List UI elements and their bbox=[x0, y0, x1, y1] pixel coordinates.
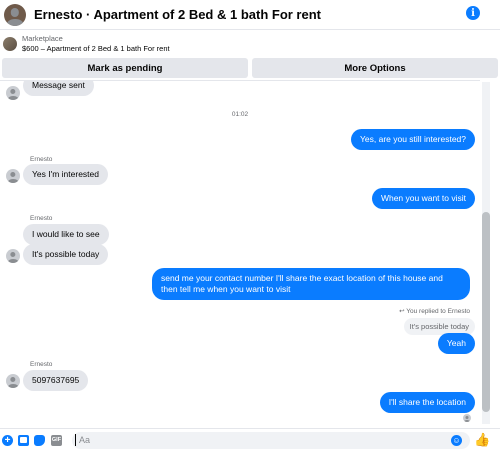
message-composer: + GIF Aa ☺ 👍 bbox=[0, 428, 500, 451]
marketplace-listing[interactable]: Marketplace $600 – Apartment of 2 Bed & … bbox=[0, 31, 500, 57]
message-thread[interactable]: Message sent 01:02 Yes, are you still in… bbox=[0, 80, 480, 428]
message-outgoing: When you want to visit bbox=[371, 188, 475, 209]
mark-as-pending-button[interactable]: Mark as pending bbox=[2, 58, 248, 78]
plus-icon[interactable]: + bbox=[2, 435, 13, 446]
message-outgoing: send me your contact number I'll share t… bbox=[152, 268, 470, 300]
message-incoming: I would like to see bbox=[23, 224, 109, 245]
sender-avatar bbox=[6, 169, 20, 183]
message-outgoing: Yeah bbox=[437, 333, 475, 354]
info-icon[interactable]: i bbox=[466, 6, 480, 20]
message-incoming: Yes I'm interested bbox=[23, 164, 108, 185]
listing-title: $600 – Apartment of 2 Bed & 1 bath For r… bbox=[22, 44, 170, 53]
message-incoming: 5097637695 bbox=[23, 370, 89, 391]
sender-name: Ernesto bbox=[30, 361, 53, 368]
listing-thumbnail bbox=[3, 37, 17, 51]
message-outgoing: Yes, are you still interested? bbox=[351, 129, 475, 150]
photo-icon[interactable] bbox=[18, 435, 29, 446]
scrollbar-thumb[interactable] bbox=[482, 212, 490, 412]
contact-avatar[interactable] bbox=[4, 3, 26, 26]
message-incoming: It's possible today bbox=[23, 244, 109, 265]
timestamp: 01:02 bbox=[231, 111, 249, 118]
gif-icon[interactable]: GIF bbox=[51, 435, 62, 446]
conversation-header: Ernesto · Apartment of 2 Bed & 1 bath Fo… bbox=[0, 0, 500, 30]
sender-name: Ernesto bbox=[30, 156, 53, 163]
seen-avatar bbox=[463, 414, 471, 422]
replied-label: You replied to Ernesto bbox=[406, 308, 470, 315]
thumbs-up-icon[interactable]: 👍 bbox=[474, 433, 490, 447]
conversation-title[interactable]: Ernesto · Apartment of 2 Bed & 1 bath Fo… bbox=[34, 7, 321, 22]
sender-name: Ernesto bbox=[30, 215, 53, 222]
marketplace-kicker: Marketplace bbox=[22, 34, 63, 43]
emoji-icon[interactable]: ☺ bbox=[451, 435, 462, 446]
more-options-button[interactable]: More Options bbox=[252, 58, 498, 78]
message-incoming: Message sent bbox=[23, 81, 94, 96]
sender-avatar bbox=[6, 86, 20, 100]
thread-scrollbar[interactable] bbox=[482, 82, 490, 424]
replied-indicator: ↩ You replied to Ernesto bbox=[399, 308, 470, 315]
text-caret bbox=[75, 434, 76, 446]
listing-actions: Mark as pending More Options bbox=[2, 58, 498, 78]
sender-avatar bbox=[6, 249, 20, 263]
messenger-window: Ernesto · Apartment of 2 Bed & 1 bath Fo… bbox=[0, 0, 500, 451]
sticker-icon[interactable] bbox=[34, 435, 45, 446]
message-input[interactable]: Aa bbox=[72, 432, 470, 449]
sender-avatar bbox=[6, 374, 20, 388]
message-outgoing: I'll share the location bbox=[379, 392, 475, 413]
